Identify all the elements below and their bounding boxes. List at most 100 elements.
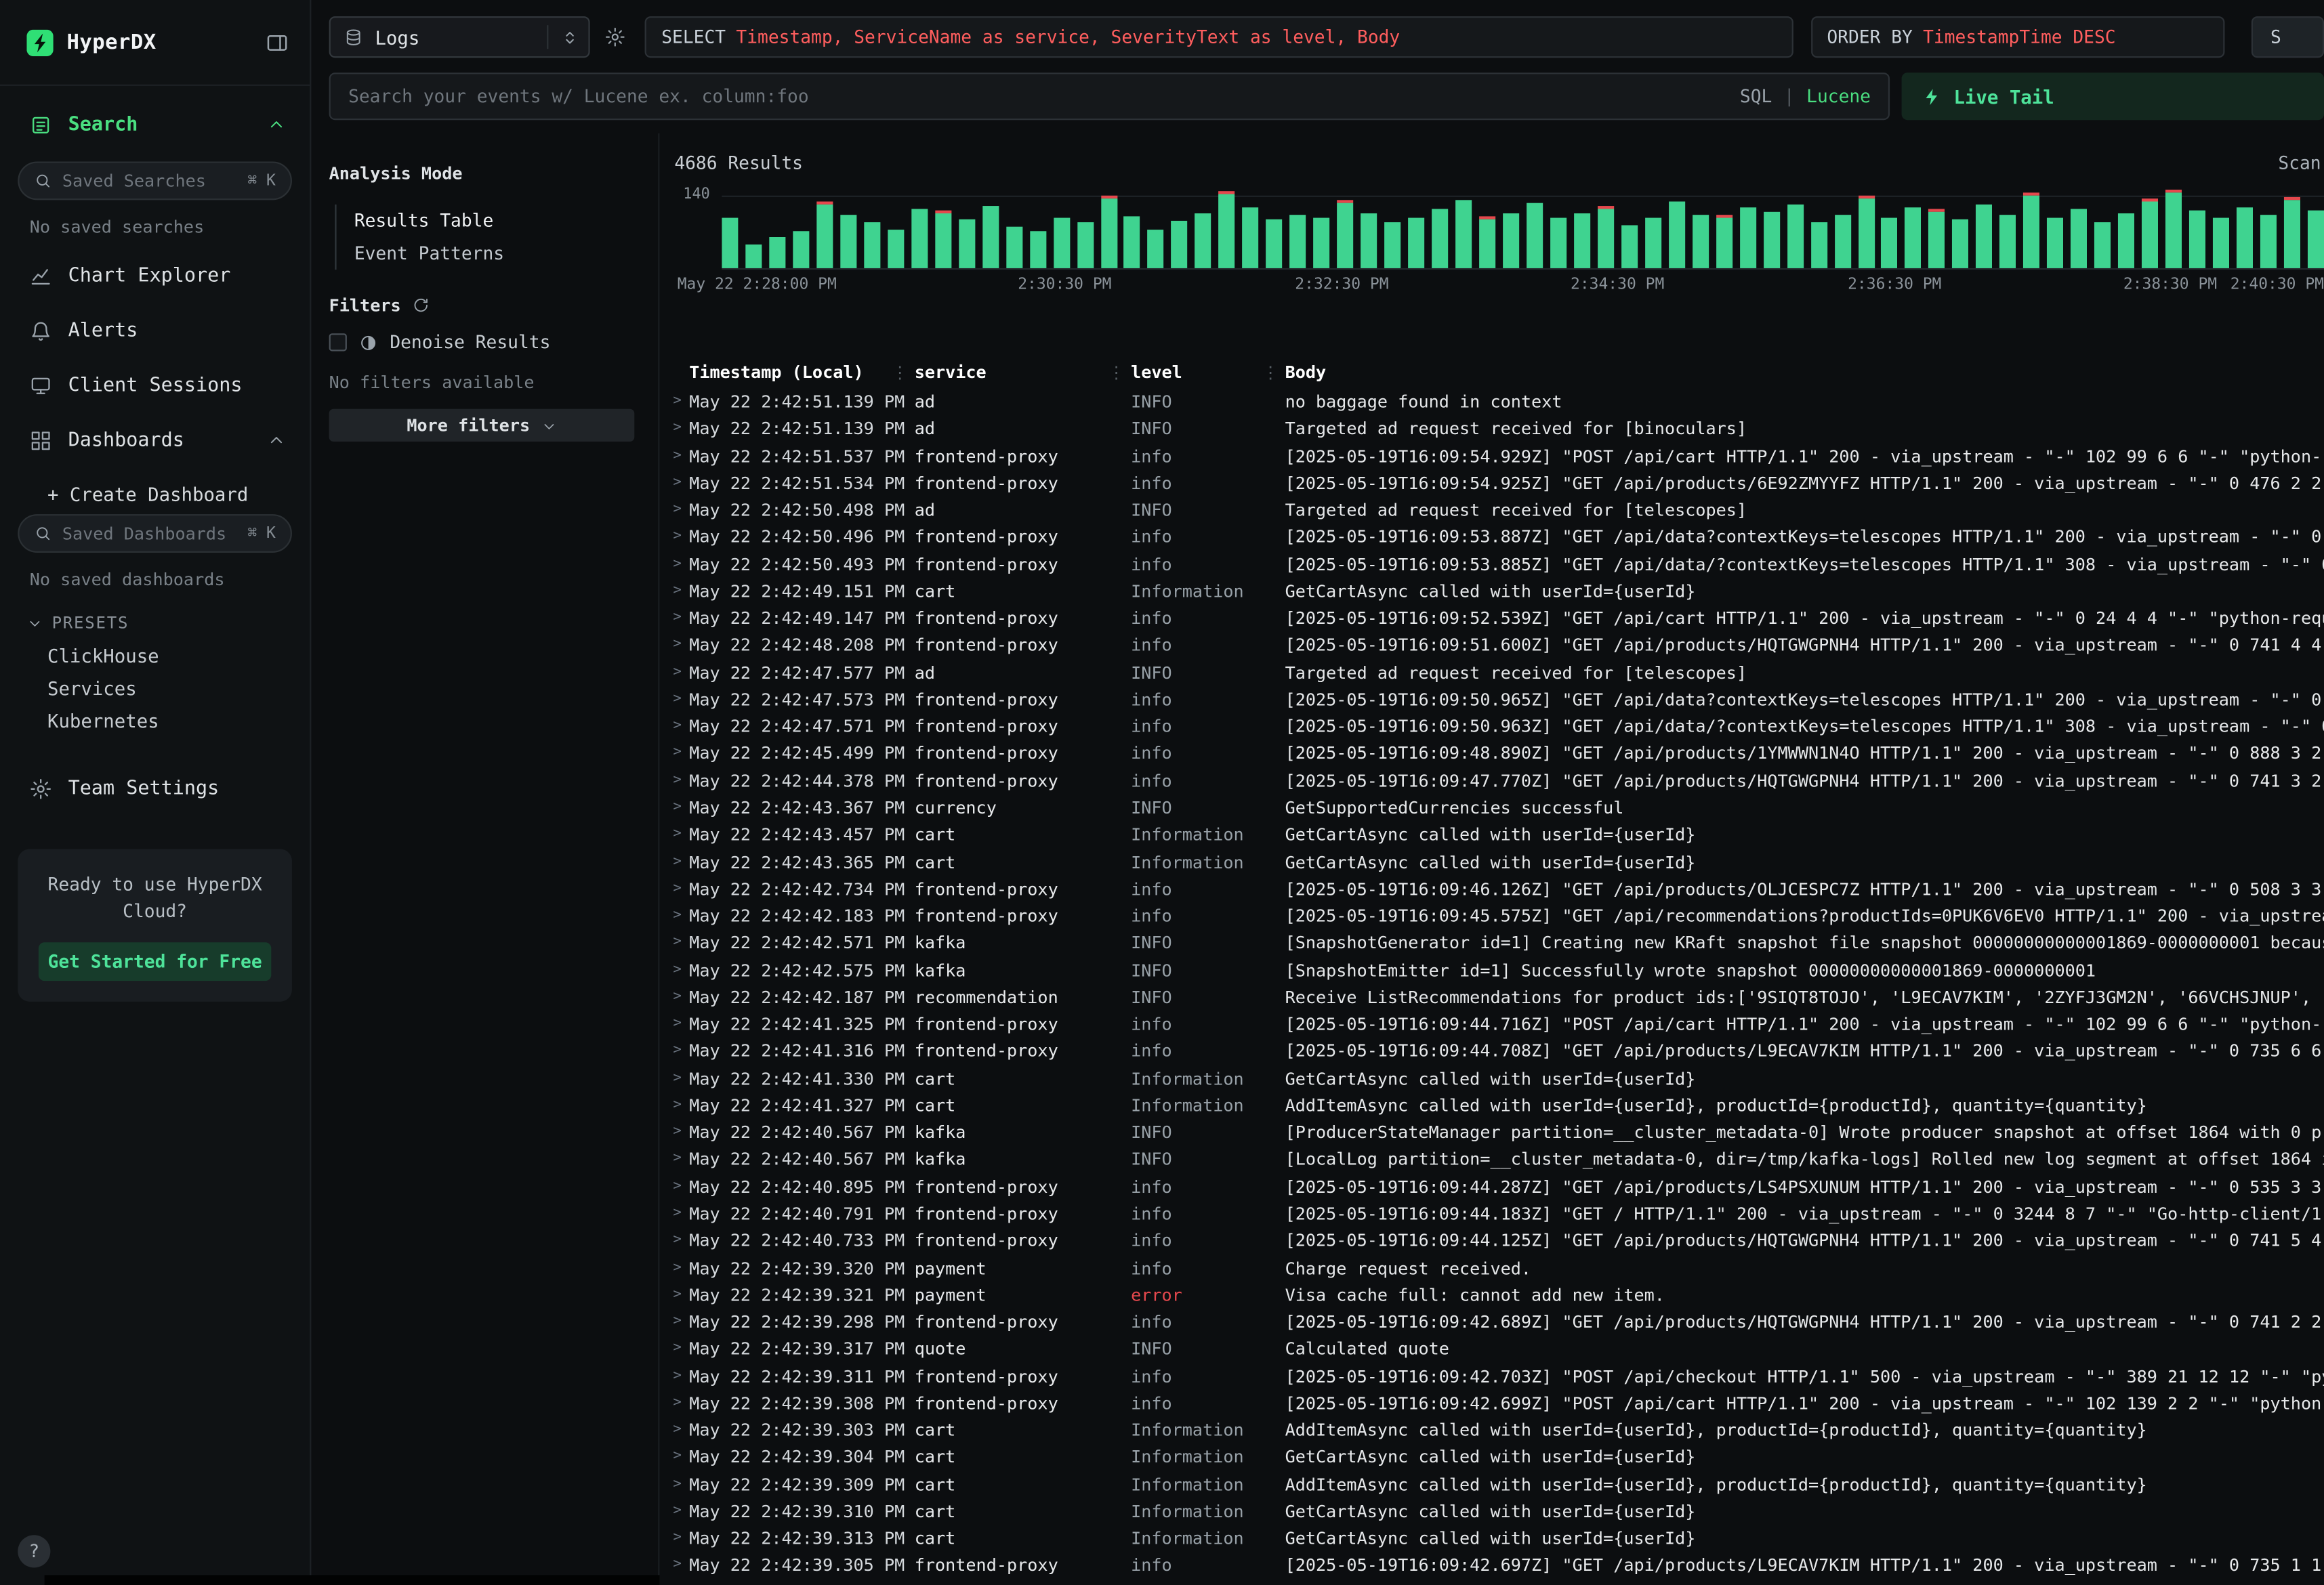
row-expand-icon[interactable]: > <box>665 605 689 632</box>
table-row[interactable]: >May 22 2:42:39.321 PMpaymenterrorVisa c… <box>659 1282 2324 1309</box>
histogram-bar[interactable] <box>2118 213 2134 268</box>
lucene-search-input[interactable] <box>331 86 1888 107</box>
row-expand-icon[interactable]: > <box>665 1389 689 1416</box>
refresh-icon[interactable] <box>413 297 430 314</box>
row-expand-icon[interactable]: > <box>665 1146 689 1173</box>
source-select[interactable]: Logs <box>329 16 590 58</box>
histogram-bar[interactable] <box>1550 217 1566 268</box>
histogram-bar[interactable] <box>1361 213 1377 268</box>
sidebar-item-dashboards[interactable]: Dashboards <box>0 413 310 468</box>
lucene-search-box[interactable]: SQL | Lucene <box>329 72 1890 120</box>
row-expand-icon[interactable]: > <box>665 1498 689 1525</box>
table-row[interactable]: >May 22 2:42:39.304 PMcartInformationGet… <box>659 1443 2324 1471</box>
histogram-bar[interactable] <box>1243 208 1259 268</box>
row-expand-icon[interactable]: > <box>665 1038 689 1065</box>
row-expand-icon[interactable]: > <box>665 686 689 713</box>
histogram-bar[interactable] <box>1219 190 1235 268</box>
table-row[interactable]: >May 22 2:42:49.151 PMcartInformationGet… <box>659 578 2324 605</box>
histogram-bar[interactable] <box>1053 217 1069 268</box>
histogram-bar[interactable] <box>1716 215 1732 268</box>
more-filters-button[interactable]: More filters <box>329 409 635 442</box>
row-expand-icon[interactable]: > <box>665 1471 689 1498</box>
histogram-bar[interactable] <box>1148 229 1164 268</box>
histogram-bar[interactable] <box>2213 218 2229 268</box>
table-row[interactable]: >May 22 2:42:50.496 PMfrontend-proxyinfo… <box>659 524 2324 551</box>
row-expand-icon[interactable]: > <box>665 1011 689 1038</box>
table-row[interactable]: >May 22 2:42:42.183 PMfrontend-proxyinfo… <box>659 902 2324 929</box>
row-expand-icon[interactable]: > <box>665 821 689 848</box>
table-row[interactable]: >May 22 2:42:47.577 PMadINFOTargeted ad … <box>659 659 2324 686</box>
row-expand-icon[interactable]: > <box>665 1363 689 1390</box>
histogram-bar[interactable] <box>1100 195 1117 268</box>
table-row[interactable]: >May 22 2:42:51.139 PMadINFOno baggage f… <box>659 388 2324 415</box>
histogram-bar[interactable] <box>1929 209 1945 268</box>
row-expand-icon[interactable]: > <box>665 1227 689 1254</box>
col-resize-handle[interactable]: ⋮ <box>1262 362 1279 383</box>
sidebar-item-chart-explorer[interactable]: Chart Explorer <box>0 249 310 304</box>
row-expand-icon[interactable]: > <box>665 1525 689 1552</box>
row-expand-icon[interactable]: > <box>665 496 689 524</box>
saved-dashboards-input[interactable]: Saved Dashboards ⌘ K <box>18 514 292 553</box>
row-expand-icon[interactable]: > <box>665 848 689 875</box>
table-row[interactable]: >May 22 2:42:51.537 PMfrontend-proxyinfo… <box>659 442 2324 469</box>
histogram-bar[interactable] <box>2260 214 2277 268</box>
histogram-bar[interactable] <box>2189 211 2205 268</box>
histogram-bar[interactable] <box>1598 206 1614 268</box>
col-timestamp[interactable]: Timestamp (Local)⋮ <box>689 362 915 383</box>
histogram-bar[interactable] <box>840 215 856 268</box>
denoise-toggle[interactable]: Denoise Results <box>329 332 635 353</box>
table-row[interactable]: >May 22 2:42:44.378 PMfrontend-proxyinfo… <box>659 767 2324 795</box>
row-expand-icon[interactable]: > <box>665 1309 689 1336</box>
table-row[interactable]: >May 22 2:42:42.575 PMkafkaINFO[Snapshot… <box>659 956 2324 984</box>
row-expand-icon[interactable]: > <box>665 388 689 415</box>
histogram-bar[interactable] <box>1195 213 1211 268</box>
sql-select-input[interactable]: SELECT Timestamp, ServiceName as service… <box>645 16 1793 58</box>
table-row[interactable]: >May 22 2:42:42.187 PMrecommendationINFO… <box>659 984 2324 1011</box>
histogram-bar[interactable] <box>2071 209 2087 268</box>
histogram-bar[interactable] <box>2094 221 2111 268</box>
histogram-bar[interactable] <box>793 231 809 268</box>
col-body[interactable]: Body <box>1285 362 2324 383</box>
sidebar-collapse-button[interactable] <box>266 30 289 54</box>
row-expand-icon[interactable]: > <box>665 551 689 578</box>
table-row[interactable]: >May 22 2:42:39.308 PMfrontend-proxyinfo… <box>659 1389 2324 1416</box>
table-row[interactable]: >May 22 2:42:51.534 PMfrontend-proxyinfo… <box>659 469 2324 496</box>
row-expand-icon[interactable]: > <box>665 875 689 902</box>
histogram-bar[interactable] <box>1905 208 1922 268</box>
table-row[interactable]: >May 22 2:42:39.317 PMquoteINFOCalculate… <box>659 1336 2324 1363</box>
histogram-bar[interactable] <box>1787 205 1803 268</box>
table-row[interactable]: >May 22 2:42:40.567 PMkafkaINFO[LocalLog… <box>659 1146 2324 1173</box>
histogram-bar[interactable] <box>1408 217 1424 268</box>
mode-sql[interactable]: SQL <box>1740 86 1772 107</box>
table-row[interactable]: >May 22 2:42:39.313 PMcartInformationGet… <box>659 1525 2324 1552</box>
row-expand-icon[interactable]: > <box>665 984 689 1011</box>
histogram-bar[interactable] <box>959 219 975 268</box>
histogram-bar[interactable] <box>2284 196 2300 268</box>
histogram-bar[interactable] <box>1171 221 1188 268</box>
table-row[interactable]: >May 22 2:42:41.330 PMcartInformationGet… <box>659 1065 2324 1092</box>
histogram-bar[interactable] <box>864 221 880 268</box>
table-row[interactable]: >May 22 2:42:47.571 PMfrontend-proxyinfo… <box>659 713 2324 740</box>
table-row[interactable]: >May 22 2:42:43.457 PMcartInformationGet… <box>659 821 2324 848</box>
row-expand-icon[interactable]: > <box>665 740 689 767</box>
histogram-bar[interactable] <box>2165 190 2182 268</box>
histogram-bar[interactable] <box>2000 214 2016 268</box>
mode-event-patterns[interactable]: Event Patterns <box>354 237 634 270</box>
row-expand-icon[interactable]: > <box>665 659 689 686</box>
table-row[interactable]: >May 22 2:42:50.498 PMadINFOTargeted ad … <box>659 496 2324 524</box>
histogram-bar[interactable] <box>2237 207 2253 268</box>
create-dashboard-button[interactable]: + Create Dashboard <box>47 483 310 505</box>
histogram-bar[interactable] <box>769 236 785 268</box>
col-resize-handle[interactable]: ⋮ <box>892 362 909 383</box>
table-row[interactable]: >May 22 2:42:41.325 PMfrontend-proxyinfo… <box>659 1011 2324 1038</box>
histogram-bar[interactable] <box>1953 219 1969 268</box>
row-expand-icon[interactable]: > <box>665 469 689 496</box>
get-started-button[interactable]: Get Started for Free <box>39 942 271 981</box>
row-expand-icon[interactable]: > <box>665 1416 689 1443</box>
histogram-bar[interactable] <box>745 245 762 268</box>
table-row[interactable]: >May 22 2:42:50.493 PMfrontend-proxyinfo… <box>659 551 2324 578</box>
histogram-bar[interactable] <box>1693 214 1709 268</box>
presets-header[interactable]: PRESETS <box>26 614 310 633</box>
sidebar-item-alerts[interactable]: Alerts <box>0 303 310 358</box>
col-level[interactable]: level⋮ <box>1131 362 1285 383</box>
